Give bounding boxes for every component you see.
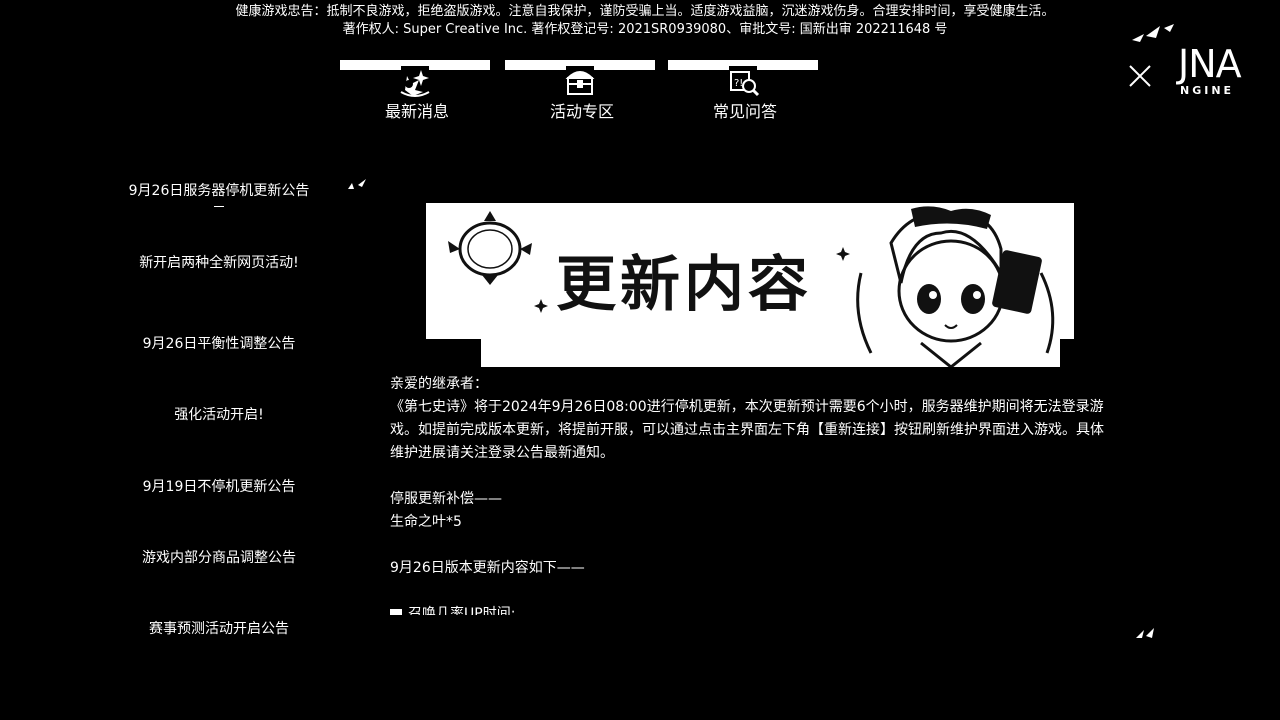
logo-subtext: NGINE <box>1180 84 1235 97</box>
compensation-title: 停服更新补偿—— <box>390 491 502 507</box>
game-news-screen: 健康游戏忠告：抵制不良游戏，拒绝盗版游戏。注意自我保护，谨防受骗上当。适度游戏益… <box>0 0 1280 720</box>
sidebar-item-label: 9月26日服务器停机更新公告 <box>128 183 310 199</box>
sidebar-item[interactable]: 9月26日平衡性调整公告 <box>124 333 314 355</box>
banner-corner <box>1060 339 1074 367</box>
sidebar-item[interactable]: 游戏内部分商品调整公告 <box>124 547 314 569</box>
svg-text:?!: ?! <box>734 78 743 89</box>
sidebar-item-label: 赛事预测活动开启公告 <box>149 621 289 637</box>
sidebar-item[interactable]: 强化活动开启! <box>124 404 314 426</box>
sidebar-item[interactable]: 9月19日不停机更新公告 <box>124 476 314 498</box>
update-title: 9月26日版本更新内容如下—— <box>390 560 585 576</box>
tab-events[interactable]: 活动专区 <box>505 60 655 126</box>
maid-character-illustration <box>856 206 1055 367</box>
sparkle-icon <box>348 179 366 189</box>
engine-logo: JNA NGINE <box>1126 14 1266 104</box>
tab-latest-news[interactable]: 最新消息 <box>340 60 490 126</box>
treasure-chest-icon <box>565 66 595 95</box>
sidebar-item[interactable]: 赛事预测活动开启公告 <box>124 618 314 640</box>
article-panel[interactable]: 更新内容 亲爱的继承者： 《第七史诗》将于2024年9月26日08:00进行停机… <box>340 165 1130 615</box>
logo-slash-icon <box>1132 24 1174 42</box>
sidebar-item-label: 9月19日不停机更新公告 <box>142 479 296 495</box>
active-indicator <box>214 206 224 207</box>
banner-corner-bar <box>481 339 487 367</box>
category-tabs: 最新消息 活动专区 ?! 常见问答 <box>340 60 820 130</box>
update-banner: 更新内容 <box>426 203 1074 367</box>
section-label: 召唤几率UP时间: <box>408 606 516 615</box>
banner-corner <box>426 339 484 367</box>
sidebar-item-label: 新开启两种全新网页活动! <box>139 255 299 271</box>
tab-label: 常见问答 <box>712 102 777 121</box>
ornament-frame-icon <box>448 211 532 285</box>
star-icon <box>836 247 850 261</box>
section-heading: 召唤几率UP时间: <box>390 603 1114 615</box>
sparkle-decoration-icon <box>1136 628 1154 638</box>
tab-label: 最新消息 <box>384 102 449 121</box>
greeting: 亲爱的继承者： <box>390 376 488 392</box>
news-sparkle-icon <box>400 66 430 97</box>
tab-label: 活动专区 <box>549 102 614 121</box>
close-button[interactable] <box>1126 62 1154 90</box>
logo-text: JNA <box>1178 42 1242 86</box>
tab-faq[interactable]: ?! 常见问答 <box>668 60 818 126</box>
news-sidebar: 9月26日服务器停机更新公告 新开启两种全新网页活动! 9月26日平衡性调整公告… <box>124 178 314 648</box>
sidebar-item-label: 游戏内部分商品调整公告 <box>142 550 296 566</box>
faq-search-icon: ?! <box>729 66 760 97</box>
article-text: 亲爱的继承者： 《第七史诗》将于2024年9月26日08:00进行停机更新，本次… <box>390 373 1114 615</box>
close-icon <box>1129 65 1151 87</box>
compensation-item: 生命之叶*5 <box>390 514 462 530</box>
banner-title: 更新内容 <box>556 250 812 320</box>
sidebar-item-label: 9月26日平衡性调整公告 <box>142 336 296 352</box>
sidebar-item[interactable]: 新开启两种全新网页活动! <box>124 252 314 274</box>
sidebar-item-label: 强化活动开启! <box>174 407 264 423</box>
star-icon <box>534 299 548 313</box>
copyright-notice: 著作权人: Super Creative Inc. 著作权登记号: 2021SR… <box>342 22 948 37</box>
sidebar-item-active[interactable]: 9月26日服务器停机更新公告 <box>124 180 314 207</box>
maintenance-paragraph: 《第七史诗》将于2024年9月26日08:00进行停机更新，本次更新预计需要6个… <box>390 399 1104 461</box>
bullet-icon <box>390 609 402 615</box>
health-notice: 健康游戏忠告：抵制不良游戏，拒绝盗版游戏。注意自我保护，谨防受骗上当。适度游戏益… <box>235 4 1055 19</box>
